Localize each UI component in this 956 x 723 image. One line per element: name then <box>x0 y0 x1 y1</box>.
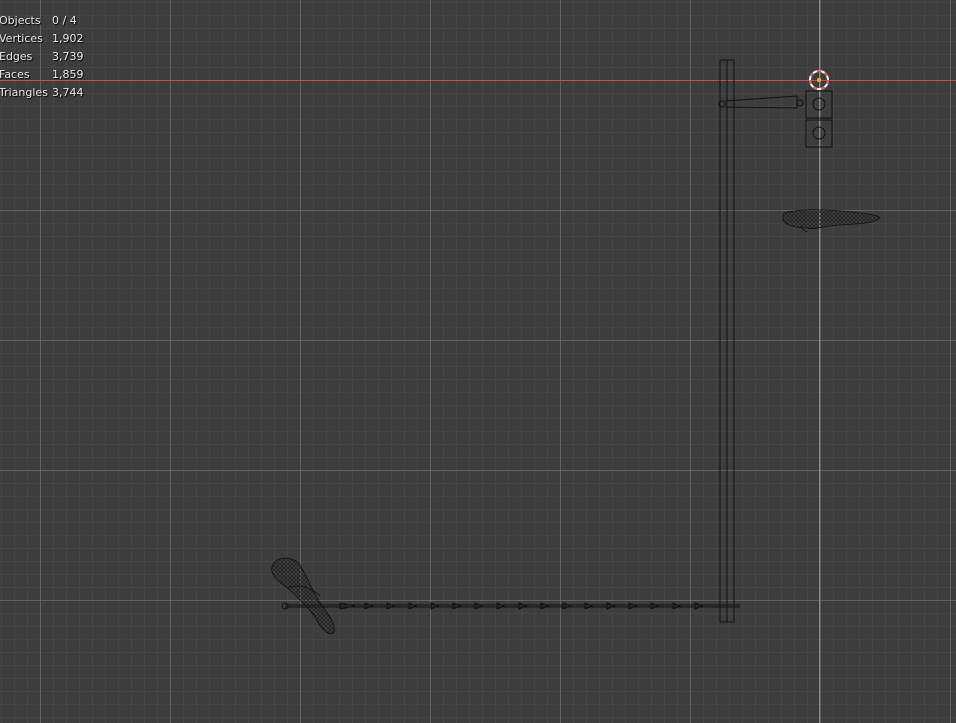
3d-viewport[interactable]: Objects 0 / 4 Vertices 1,902 Edges 3,739… <box>0 0 956 723</box>
wire-mesh-object[interactable] <box>782 209 881 232</box>
scene-wireframe[interactable] <box>0 0 956 723</box>
pole-object[interactable] <box>719 59 735 623</box>
chain-object[interactable] <box>281 602 740 610</box>
lamp-arm-object[interactable] <box>718 90 833 148</box>
leaf-mesh-object[interactable] <box>271 557 335 635</box>
